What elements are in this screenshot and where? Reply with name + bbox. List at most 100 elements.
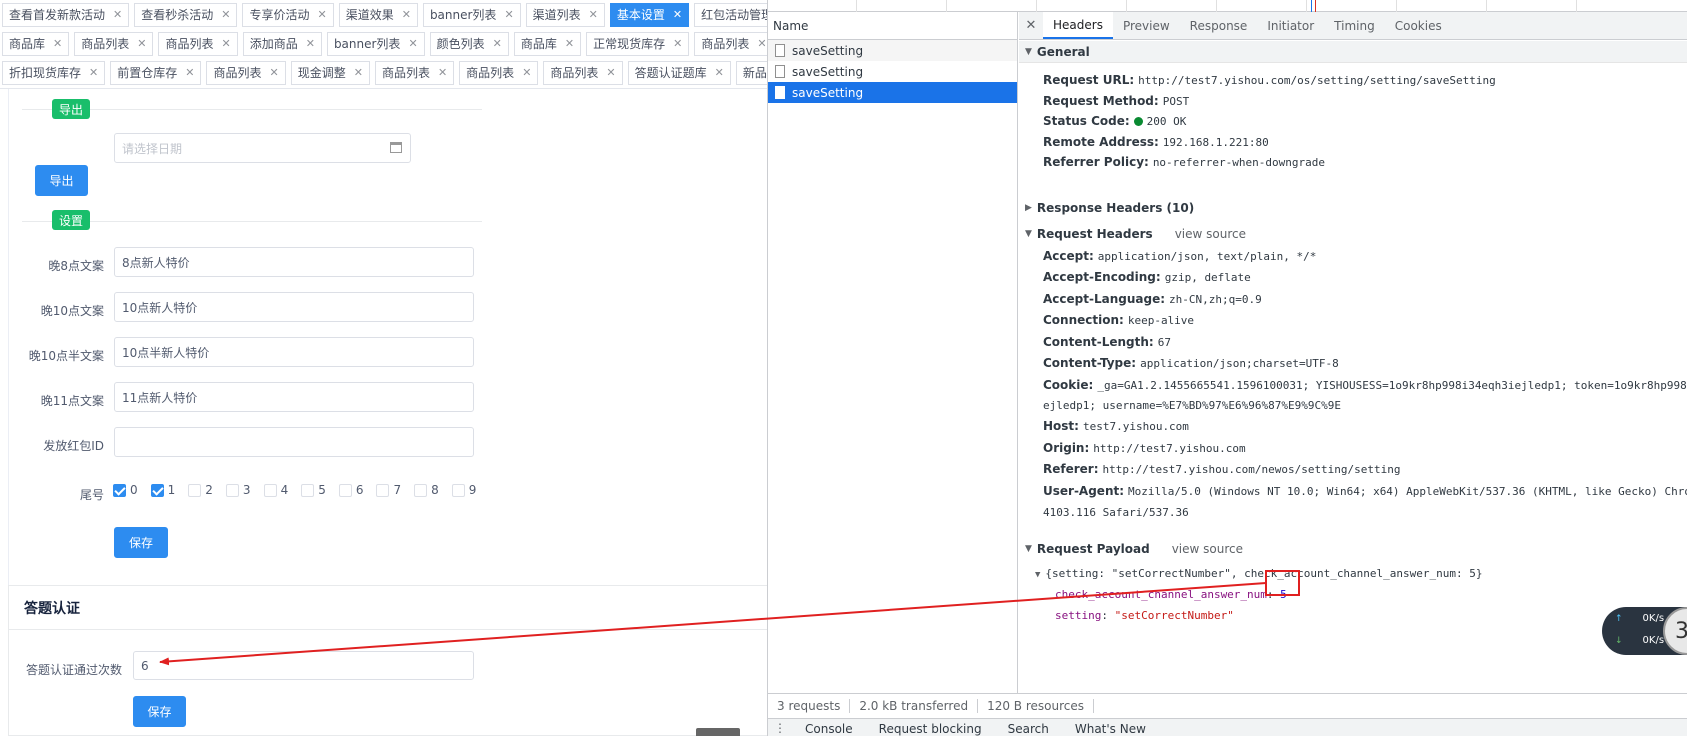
page-tab[interactable]: 红包活动管理✕ xyxy=(694,2,767,27)
close-icon[interactable]: ✕ xyxy=(89,66,98,79)
payload-summary[interactable]: ▼ {setting: "setCorrectNumber", check_acc… xyxy=(1035,567,1483,580)
close-icon[interactable]: ✕ xyxy=(606,66,615,79)
close-icon[interactable]: ✕ xyxy=(113,8,122,21)
page-tab[interactable]: 商品列表 ✕ xyxy=(158,31,238,56)
detail-tab[interactable]: Timing xyxy=(1324,12,1385,39)
page-tab[interactable]: 正常现货库存 ✕ xyxy=(586,31,690,56)
page-tab[interactable]: 专享价活动 ✕ xyxy=(242,2,334,27)
close-icon[interactable]: ✕ xyxy=(504,8,513,21)
setting-field-input[interactable]: 11点新人特价 xyxy=(114,382,474,412)
page-tab[interactable]: 新品✕ xyxy=(735,60,767,85)
page-tab[interactable]: 现金调整 ✕ xyxy=(290,60,370,85)
close-icon[interactable]: ✕ xyxy=(522,66,531,79)
close-icon[interactable]: ✕ xyxy=(673,37,682,50)
close-icon[interactable]: ✕ xyxy=(402,8,411,21)
quiz-save-button[interactable]: 保存 xyxy=(133,696,186,727)
page-tab[interactable]: banner列表 ✕ xyxy=(422,2,521,27)
tail-checkbox[interactable]: 6 xyxy=(338,483,363,497)
request-payload-view-source[interactable]: view source xyxy=(1172,542,1243,556)
detail-tab[interactable]: Cookies xyxy=(1385,12,1452,39)
tail-checkbox[interactable]: 2 xyxy=(188,483,213,497)
general-section-header[interactable]: ▼ General xyxy=(1019,41,1687,63)
close-icon[interactable]: ✕ xyxy=(1019,12,1043,39)
drawer-menu-icon[interactable]: ⋮ xyxy=(768,719,792,735)
page-tab[interactable]: 查看秒杀活动 ✕ xyxy=(134,2,238,27)
page-tab[interactable]: 商品库 ✕ xyxy=(513,31,582,56)
close-icon[interactable]: ✕ xyxy=(715,66,724,79)
request-headers-view-source[interactable]: view source xyxy=(1175,227,1246,241)
scroll-to-top-button[interactable] xyxy=(696,728,740,736)
tail-checkbox[interactable]: 4 xyxy=(263,483,288,497)
close-icon[interactable]: ✕ xyxy=(757,37,766,50)
close-icon[interactable]: ✕ xyxy=(221,37,230,50)
page-tab[interactable]: 答题认证题库 ✕ xyxy=(627,60,731,85)
request-row[interactable]: saveSetting xyxy=(768,82,1017,103)
triangle-down-icon: ▼ xyxy=(1025,229,1032,239)
request-headers-section-header[interactable]: ▼ Request Headers view source xyxy=(1019,223,1687,245)
detail-tab[interactable]: Initiator xyxy=(1257,12,1324,39)
page-tab[interactable]: 商品列表 ✕ xyxy=(74,31,154,56)
tail-checkbox[interactable]: 0 xyxy=(113,483,138,497)
header-value: no-referrer-when-downgrade xyxy=(1152,156,1325,169)
close-icon[interactable]: ✕ xyxy=(354,66,363,79)
response-headers-section-header[interactable]: ▶ Response Headers (10) xyxy=(1019,197,1687,219)
tail-checkbox[interactable]: 3 xyxy=(225,483,251,497)
tail-checkbox[interactable]: 5 xyxy=(301,483,326,497)
export-date-picker[interactable]: 请选择日期 xyxy=(114,133,411,163)
setting-field-input[interactable] xyxy=(114,427,474,457)
page-tab[interactable]: 颜色列表 ✕ xyxy=(429,31,509,56)
setting-field-input[interactable]: 10点新人特价 xyxy=(114,292,474,322)
tail-checkbox[interactable]: 9 xyxy=(451,483,476,497)
detail-tab[interactable]: Preview xyxy=(1113,12,1180,39)
drawer-tab[interactable]: Console xyxy=(792,719,866,736)
page-tab[interactable]: 基本设置 ✕ xyxy=(609,2,690,27)
close-icon[interactable]: ✕ xyxy=(53,37,62,50)
close-icon[interactable]: ✕ xyxy=(185,66,194,79)
close-icon[interactable]: ✕ xyxy=(589,8,598,21)
close-icon[interactable]: ✕ xyxy=(269,66,278,79)
close-icon[interactable]: ✕ xyxy=(306,37,315,50)
settings-save-button[interactable]: 保存 xyxy=(114,527,168,558)
close-icon[interactable]: ✕ xyxy=(438,66,447,79)
network-speed-widget[interactable]: ↑ 0K/s ↓ 0K/s 3 xyxy=(1602,607,1687,655)
close-icon[interactable]: ✕ xyxy=(673,8,682,21)
close-icon[interactable]: ✕ xyxy=(317,8,326,21)
setting-field-input[interactable]: 8点新人特价 xyxy=(114,247,474,277)
drawer-tab[interactable]: Request blocking xyxy=(866,719,995,736)
tail-checkbox[interactable]: 1 xyxy=(150,483,175,497)
close-icon[interactable]: ✕ xyxy=(493,37,502,50)
close-icon[interactable]: ✕ xyxy=(137,37,146,50)
drawer-tab[interactable]: Search xyxy=(995,719,1062,736)
page-tab[interactable]: 添加商品 ✕ xyxy=(242,31,322,56)
page-tab[interactable]: 渠道列表 ✕ xyxy=(525,2,605,27)
request-payload-section-header[interactable]: ▼ Request Payload view source xyxy=(1019,538,1687,560)
page-tab[interactable]: 商品库 ✕ xyxy=(2,31,70,56)
setting-field-input[interactable]: 10点半新人特价 xyxy=(114,337,474,367)
page-tab[interactable]: 商品列表 ✕ xyxy=(206,60,286,85)
request-row[interactable]: saveSetting xyxy=(768,40,1017,61)
page-tab[interactable]: banner列表 ✕ xyxy=(326,31,425,56)
network-timeline-overview[interactable] xyxy=(768,0,1687,12)
tail-checkbox[interactable]: 8 xyxy=(414,483,439,497)
page-tab[interactable]: 查看首发新款活动 ✕ xyxy=(2,2,130,27)
export-button[interactable]: 导出 xyxy=(35,165,88,196)
page-tab-label: 商品列表 xyxy=(213,66,262,80)
page-tab[interactable]: 商品列表 ✕ xyxy=(543,60,623,85)
page-tab[interactable]: 商品列表 ✕ xyxy=(374,60,455,85)
detail-tab[interactable]: Headers xyxy=(1043,12,1113,39)
request-row[interactable]: saveSetting xyxy=(768,61,1017,82)
page-tab[interactable]: 渠道效果 ✕ xyxy=(338,2,418,27)
page-tab[interactable]: 折扣现货库存 ✕ xyxy=(2,60,106,85)
payload-value: "setCorrectNumber" xyxy=(1114,609,1234,622)
close-icon[interactable]: ✕ xyxy=(408,37,417,50)
detail-tab[interactable]: Response xyxy=(1180,12,1258,39)
page-tab[interactable]: 商品列表 ✕ xyxy=(694,31,767,56)
drawer-tab[interactable]: What's New xyxy=(1062,719,1159,736)
tail-checkbox[interactable]: 7 xyxy=(376,483,401,497)
quiz-pass-count-input[interactable]: 6 xyxy=(133,651,474,680)
close-icon[interactable]: ✕ xyxy=(221,8,230,21)
page-tab[interactable]: 商品列表 ✕ xyxy=(459,60,539,85)
page-tab[interactable]: 前置仓库存 ✕ xyxy=(110,60,202,85)
name-column-header[interactable]: Name xyxy=(768,12,1017,40)
close-icon[interactable]: ✕ xyxy=(565,37,574,50)
